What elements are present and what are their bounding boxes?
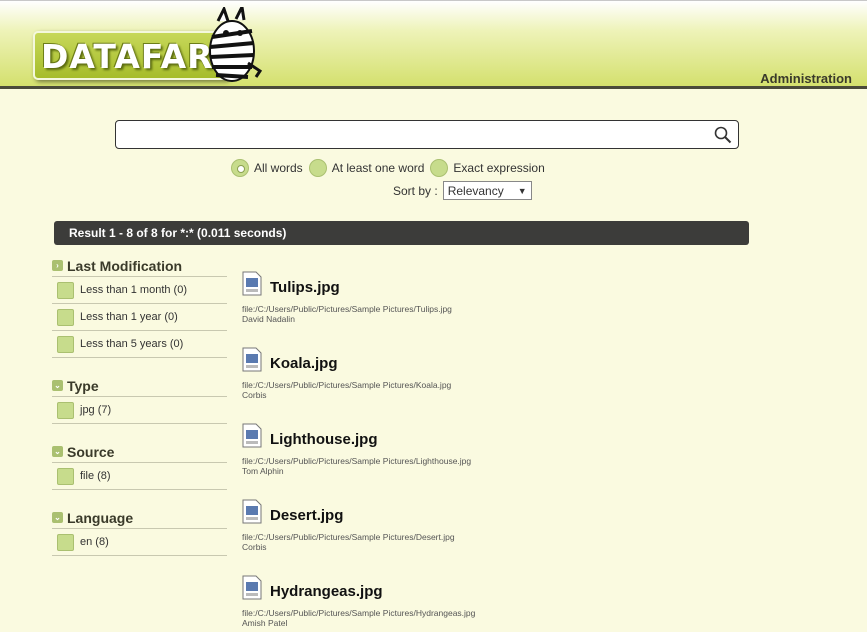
radio-at-least-one-word[interactable]: At least one word [308,159,425,177]
result-author: Amish Patel [242,618,288,628]
result-head: Hydrangeas.jpg [242,574,742,600]
facet-title[interactable]: ⌄ Language [52,507,227,529]
collapse-icon[interactable]: › [52,260,63,271]
result-item: Tulips.jpg file:/C:/Users/Public/Picture… [242,270,742,346]
facet-checkbox[interactable] [57,533,74,551]
result-item: Koala.jpg file:/C:/Users/Public/Pictures… [242,346,742,422]
result-head: Desert.jpg [242,498,742,524]
facet-item[interactable]: Less than 1 year (0) [52,304,227,331]
zebra-logo-icon [209,7,263,82]
radio-all-words[interactable]: All words [231,159,303,177]
search-mode-options: All words At least one word Exact expres… [231,159,551,177]
facet-title-label: Language [67,509,134,526]
result-item: Hydrangeas.jpg file:/C:/Users/Public/Pic… [242,574,742,632]
radio-label: All words [254,161,303,175]
result-head: Koala.jpg [242,346,742,372]
facet-item[interactable]: en (8) [52,529,227,556]
facet-type: ⌄ Type jpg (7) [52,375,227,424]
radio-label: At least one word [331,161,425,175]
facet-item-label: en (8) [80,536,109,548]
radio-button[interactable] [430,159,449,177]
facet-item-label: Less than 1 year (0) [80,311,178,323]
result-url: file:/C:/Users/Public/Pictures/Sample Pi… [242,608,476,618]
facet-item-label: jpg (7) [80,404,112,416]
dropdown-arrow-icon: ▼ [517,185,527,196]
facet-item-label: Less than 1 month (0) [80,284,188,296]
facet-checkbox[interactable] [57,467,74,485]
facet-source: ⌄ Source file (8) [52,441,227,490]
jpeg-file-icon [242,499,262,524]
facet-item[interactable]: Less than 5 years (0) [52,331,227,358]
result-url: file:/C:/Users/Public/Pictures/Sample Pi… [242,304,452,314]
facet-title[interactable]: › Last Modification [52,255,227,277]
jpeg-file-icon [242,575,262,600]
sort-select[interactable]: Relevancy ▼ [442,181,532,200]
facet-item[interactable]: file (8) [52,463,227,490]
facet-title-label: Type [67,377,99,394]
facet-title-label: Source [67,443,115,460]
facet-title[interactable]: ⌄ Source [52,441,227,463]
jpeg-file-icon [242,347,262,372]
jpeg-file-icon [242,271,262,296]
radio-label: Exact expression [453,161,545,175]
result-author: Corbis [242,390,267,400]
facet-checkbox[interactable] [57,335,74,353]
result-item: Lighthouse.jpg file:/C:/Users/Public/Pic… [242,422,742,498]
result-title[interactable]: Koala.jpg [270,355,338,372]
radio-button[interactable] [308,159,327,177]
sort-row: Sort by : Relevancy ▼ [393,181,532,200]
facet-checkbox[interactable] [57,401,74,419]
result-url: file:/C:/Users/Public/Pictures/Sample Pi… [242,532,455,542]
facet-checkbox[interactable] [57,308,74,326]
jpeg-file-icon [242,423,262,448]
result-title[interactable]: Desert.jpg [270,507,343,524]
facet-item-label: Less than 5 years (0) [80,338,184,350]
result-url: file:/C:/Users/Public/Pictures/Sample Pi… [242,380,452,390]
result-summary: Result 1 - 8 of 8 for *:* (0.011 seconds… [69,226,287,240]
facet-last-modification: › Last Modification Less than 1 month (0… [52,255,227,358]
radio-exact-expression[interactable]: Exact expression [430,159,545,177]
header: DATAFARI Administration [0,0,867,89]
result-head: Tulips.jpg [242,270,742,296]
result-title[interactable]: Lighthouse.jpg [270,431,377,448]
sort-label: Sort by : [393,183,438,198]
search-input[interactable] [120,124,710,145]
results-list: Tulips.jpg file:/C:/Users/Public/Picture… [242,270,742,632]
administration-link[interactable]: Administration [760,71,852,86]
facet-item-label: file (8) [80,470,111,482]
result-summary-bar: Result 1 - 8 of 8 for *:* (0.011 seconds… [54,221,749,245]
radio-button[interactable] [231,159,249,177]
facet-checkbox[interactable] [57,281,74,299]
result-author: Corbis [242,542,267,552]
result-title[interactable]: Tulips.jpg [270,279,340,296]
collapse-icon[interactable]: ⌄ [52,446,63,457]
search-icon[interactable] [714,126,732,144]
collapse-icon[interactable]: ⌄ [52,512,63,523]
facet-language: ⌄ Language en (8) [52,507,227,556]
facet-item[interactable]: Less than 1 month (0) [52,277,227,304]
result-author: David Nadalin [242,314,295,324]
result-title[interactable]: Hydrangeas.jpg [270,583,383,600]
facet-title-label: Last Modification [67,257,183,274]
result-url: file:/C:/Users/Public/Pictures/Sample Pi… [242,456,472,466]
sort-value: Relevancy [447,183,504,198]
search-box [115,120,739,149]
collapse-icon[interactable]: ⌄ [52,380,63,391]
result-author: Tom Alphin [242,466,284,476]
facet-title[interactable]: ⌄ Type [52,375,227,397]
facets-sidebar: › Last Modification Less than 1 month (0… [52,255,227,573]
facet-item[interactable]: jpg (7) [52,397,227,424]
result-head: Lighthouse.jpg [242,422,742,448]
result-item: Desert.jpg file:/C:/Users/Public/Picture… [242,498,742,574]
